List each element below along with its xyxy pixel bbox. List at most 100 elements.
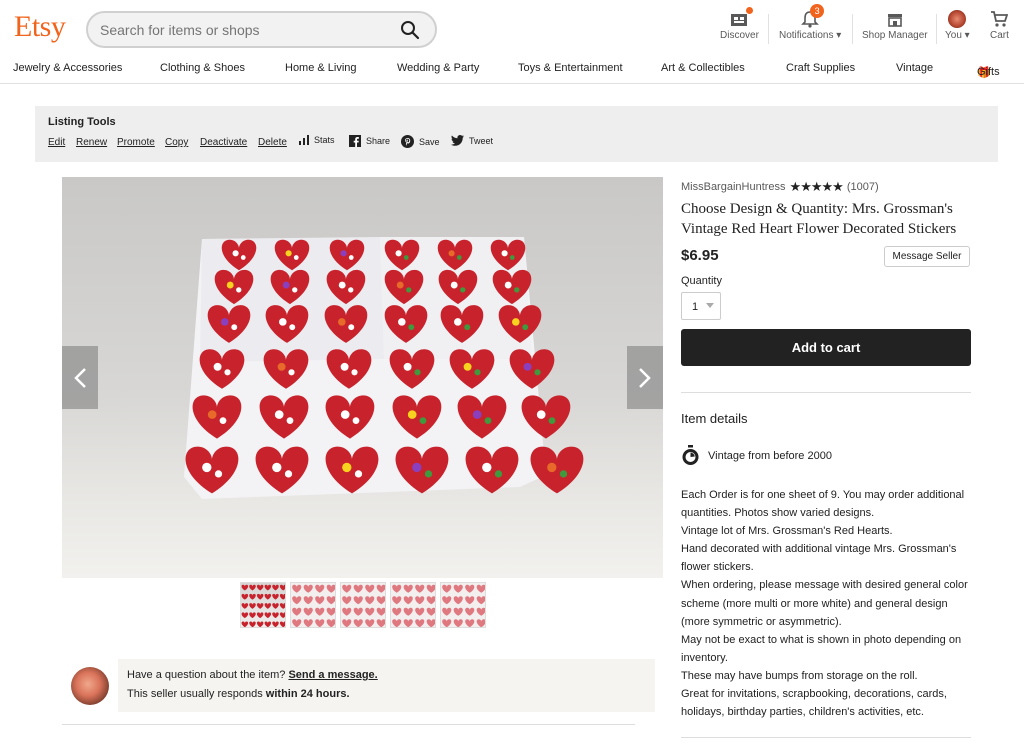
flower-decoration <box>482 462 492 473</box>
thumbnail-heart <box>453 619 463 627</box>
tweet-label: Tweet <box>469 135 494 146</box>
category-jewelry[interactable]: Jewelry & Accessories <box>13 62 122 74</box>
thumbnail-heart <box>365 619 375 627</box>
flower-decoration <box>407 410 417 419</box>
review-count[interactable]: (1007) <box>847 181 879 193</box>
thumbnail-heart <box>256 603 264 609</box>
thumbnail[interactable] <box>340 582 386 628</box>
thumbnail-heart <box>279 584 285 591</box>
shop-name-link[interactable]: MissBargainHuntress <box>681 181 786 193</box>
search-input[interactable] <box>100 19 390 41</box>
quantity-select[interactable]: 1 <box>681 292 721 320</box>
thumbnail-heart <box>376 596 385 605</box>
star-rating[interactable]: ★★★★★ <box>790 179 844 195</box>
discover-dot <box>746 7 754 14</box>
flower-decoration <box>342 462 352 473</box>
tweet-link[interactable]: Tweet <box>451 135 493 146</box>
flower-decoration <box>348 255 354 260</box>
category-wedding[interactable]: Wedding & Party <box>397 62 479 74</box>
thumbnail[interactable] <box>290 582 336 628</box>
flower-decoration <box>494 470 503 478</box>
thumbnail-heart <box>442 619 452 627</box>
flower-decoration <box>289 324 296 331</box>
listing-price: $6.95 <box>681 247 719 264</box>
flower-decoration <box>456 255 462 260</box>
message-seller-button[interactable]: Message Seller <box>884 246 970 267</box>
flower-decoration <box>403 362 412 371</box>
thumbnail-heart <box>342 584 352 593</box>
description-paragraph: Each Order is for one sheet of 9. You ma… <box>681 489 965 520</box>
thumbnail-heart <box>241 584 249 591</box>
thumbnail-heart <box>249 612 256 619</box>
thumbnail-heart <box>279 603 285 609</box>
stickers-photo <box>184 237 584 499</box>
thumbnail-heart <box>465 607 475 616</box>
renew-link[interactable]: Renew <box>76 137 107 148</box>
thumbnail[interactable] <box>440 582 486 628</box>
thumbnail-heart <box>442 584 452 593</box>
flower-decoration <box>279 318 287 326</box>
flower-decoration <box>406 287 412 293</box>
cart-icon <box>990 8 1009 30</box>
thumbnail-heart <box>241 612 249 619</box>
deactivate-link[interactable]: Deactivate <box>200 137 247 148</box>
ask-seller-box: Have a question about the item? Send a m… <box>118 659 655 712</box>
thumbnail[interactable] <box>240 582 286 628</box>
flower-decoration <box>226 281 234 289</box>
flower-decoration <box>277 362 286 371</box>
bell-icon: 3 <box>800 4 825 30</box>
send-message-link[interactable]: Send a message. <box>288 669 377 681</box>
cart-nav[interactable]: Cart <box>990 8 1009 41</box>
thumbnail-heart <box>392 607 402 616</box>
thumbnail-heart <box>403 607 413 616</box>
prev-image-button[interactable] <box>62 346 98 409</box>
notifications-nav[interactable]: 3 Notifications ▾ <box>779 4 841 41</box>
category-home[interactable]: Home & Living <box>285 62 357 74</box>
delete-link[interactable]: Delete <box>258 137 287 148</box>
flower-decoration <box>293 255 299 260</box>
thumbnail-heart <box>442 596 452 605</box>
thumbnail[interactable] <box>390 582 436 628</box>
flower-decoration <box>351 369 358 376</box>
flower-decoration <box>213 362 222 371</box>
thumbnail-heart <box>315 619 325 627</box>
flower-decoration <box>354 470 363 478</box>
stats-link[interactable]: Stats <box>299 135 335 145</box>
thumbnail-heart <box>279 621 285 627</box>
category-clothing[interactable]: Clothing & Shoes <box>160 62 245 74</box>
flower-decoration <box>448 250 455 257</box>
category-craft[interactable]: Craft Supplies <box>786 62 855 74</box>
save-link[interactable]: Save <box>401 135 440 148</box>
category-vintage[interactable]: Vintage <box>896 62 933 74</box>
add-to-cart-button[interactable]: Add to cart <box>681 329 971 366</box>
site-header: Etsy Discover 3 Notifications ▾ Shop Man… <box>0 0 1024 58</box>
description-paragraph: When ordering, please message with desir… <box>681 579 968 628</box>
shop-manager-nav[interactable]: Shop Manager <box>862 8 928 41</box>
you-nav[interactable]: You ▾ <box>945 8 970 41</box>
thumbnail-heart <box>342 596 352 605</box>
thumbnail-heart <box>476 596 485 605</box>
discover-nav[interactable]: Discover <box>720 7 759 41</box>
edit-link[interactable]: Edit <box>48 137 65 148</box>
etsy-logo[interactable]: Etsy <box>14 10 66 44</box>
listing-main-image[interactable] <box>62 177 663 578</box>
search-icon[interactable] <box>399 19 421 41</box>
save-label: Save <box>419 136 440 147</box>
thumbnail-heart <box>426 596 435 605</box>
thumbnail-heart <box>365 596 375 605</box>
flower-decoration <box>408 324 415 331</box>
copy-link[interactable]: Copy <box>165 137 188 148</box>
share-link[interactable]: Share <box>349 135 390 147</box>
header-divider <box>768 14 769 44</box>
category-art[interactable]: Art & Collectibles <box>661 62 745 74</box>
item-details-heading[interactable]: Item details <box>681 411 747 426</box>
listing-tools-title: Listing Tools <box>48 116 116 128</box>
seller-avatar[interactable] <box>71 667 109 705</box>
next-image-button[interactable] <box>627 346 663 409</box>
promote-link[interactable]: Promote <box>117 137 155 148</box>
flower-decoration <box>424 470 433 478</box>
search-bar <box>86 11 437 48</box>
category-toys[interactable]: Toys & Entertainment <box>518 62 623 74</box>
thumbnail-heart <box>303 584 313 593</box>
you-label: You ▾ <box>945 30 970 41</box>
